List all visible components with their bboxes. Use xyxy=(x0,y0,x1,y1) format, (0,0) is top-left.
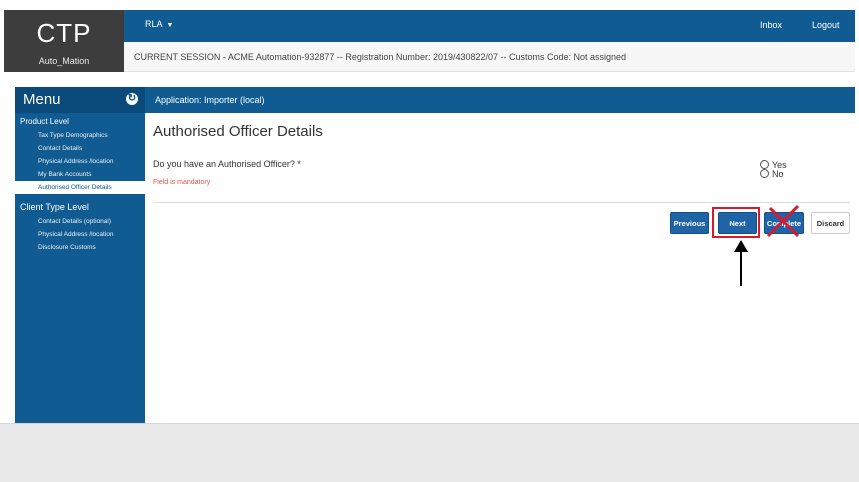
discard-button[interactable]: Discard xyxy=(811,212,850,234)
menu-title: Menu xyxy=(23,91,61,108)
sidebar-item-my-bank-accounts[interactable]: My Bank Accounts xyxy=(15,168,145,181)
sidebar-item-disclosure-customs[interactable]: Disclosure Customs xyxy=(15,241,145,254)
radio-option-no[interactable]: No xyxy=(760,169,787,178)
logout-link[interactable]: Logout xyxy=(812,20,840,30)
authorised-officer-radio-group: Yes No xyxy=(760,160,787,178)
menu-header: Menu ↻ xyxy=(15,87,145,113)
complete-button[interactable]: Complete xyxy=(764,212,804,234)
radio-yes[interactable] xyxy=(760,160,769,169)
app-logo[interactable]: CTP Auto_Mation xyxy=(4,10,124,72)
radio-option-yes[interactable]: Yes xyxy=(760,160,787,169)
sidebar-item-contact-details[interactable]: Contact Details xyxy=(15,142,145,155)
sidebar-item-contact-details-optional[interactable]: Contact Details (optional) xyxy=(15,215,145,228)
previous-button[interactable]: Previous xyxy=(670,212,709,234)
sidebar-item-tax-type-demographics[interactable]: Tax Type Demographics xyxy=(15,129,145,142)
arrow-up-icon xyxy=(734,240,748,286)
section-title-client-type-level: Client Type Level xyxy=(20,202,89,212)
sidebar-item-physical-address-client[interactable]: Physical Address /location xyxy=(15,228,145,241)
sidebar-menu: Menu ↻ Product Level Tax Type Demographi… xyxy=(15,87,145,423)
refresh-icon[interactable]: ↻ xyxy=(126,93,138,105)
divider xyxy=(153,202,850,203)
brand-name: CTP xyxy=(36,18,92,48)
radio-no[interactable] xyxy=(760,169,769,178)
next-button[interactable]: Next xyxy=(718,212,757,234)
page-title: Authorised Officer Details xyxy=(153,123,323,140)
user-name: Auto_Mation xyxy=(38,56,90,66)
footer-area xyxy=(0,423,859,482)
mandatory-error: Field is mandatory xyxy=(153,179,211,186)
role-menu-dropdown[interactable]: RLA ▼ xyxy=(145,19,173,29)
caret-down-icon: ▼ xyxy=(166,22,174,29)
radio-yes-label: Yes xyxy=(772,159,787,170)
sidebar-item-physical-address[interactable]: Physical Address /location xyxy=(15,155,145,168)
inbox-link[interactable]: Inbox xyxy=(760,20,782,30)
session-info: CURRENT SESSION - ACME Automation-932877… xyxy=(124,42,855,72)
section-title-product-level: Product Level xyxy=(20,117,69,126)
sidebar-item-authorised-officer-details[interactable]: Authorised Officer Details xyxy=(15,181,145,194)
role-menu-label: RLA xyxy=(145,19,163,29)
radio-no-label: No xyxy=(772,168,784,179)
application-bar: Application: Importer (local) xyxy=(145,87,855,113)
top-navbar: RLA ▼ Inbox Logout xyxy=(124,10,855,42)
authorised-officer-question: Do you have an Authorised Officer? * xyxy=(153,159,301,169)
